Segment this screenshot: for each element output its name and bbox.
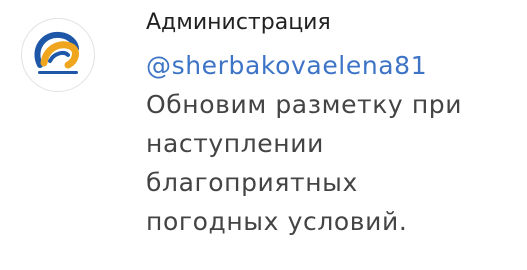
comment: Администрация @sherbakovaelena81 Обновим… <box>0 0 527 270</box>
organization-logo-icon <box>34 31 79 74</box>
user-mention-link[interactable]: @sherbakovaelena81 <box>146 46 521 85</box>
comment-body: Администрация @sherbakovaelena81 Обновим… <box>146 8 521 241</box>
comment-author[interactable]: Администрация <box>146 8 521 38</box>
avatar[interactable] <box>21 18 95 92</box>
comment-text-line: наступлении <box>146 129 324 158</box>
comment-text-line: погодных условий. <box>146 207 408 236</box>
comment-text: @sherbakovaelena81 Обновим разметку при … <box>146 46 521 241</box>
comment-text-line: благоприятных <box>146 168 358 197</box>
comment-text-line: Обновим разметку при <box>146 90 463 119</box>
